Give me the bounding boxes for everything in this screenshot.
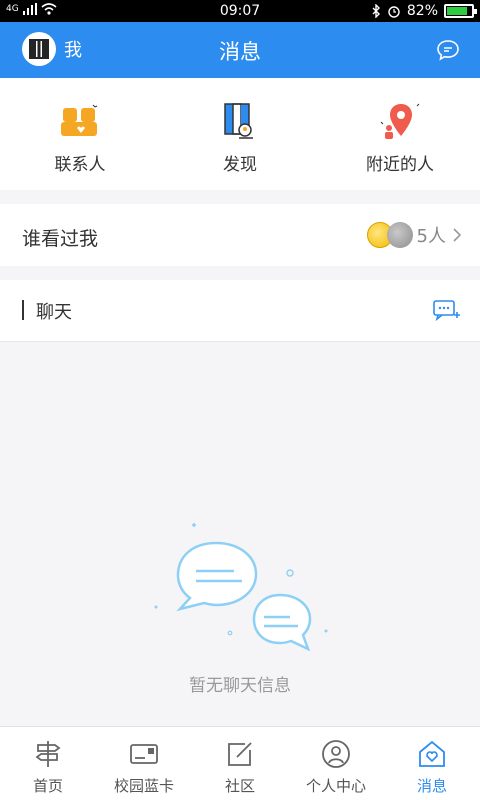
chat-section-label: 聊天 — [36, 302, 72, 323]
nearby-button[interactable]: 附近的人 — [320, 78, 480, 190]
battery-icon — [444, 4, 477, 18]
discover-label: 发现 — [223, 155, 257, 175]
bottom-tab-bar: 首页 校园蓝卡 社区 个人中心 消息 — [0, 726, 480, 800]
edit-icon — [228, 742, 252, 766]
discover-button[interactable]: 发现 — [160, 78, 320, 190]
visitors-row[interactable]: 谁看过我 5人 — [0, 204, 480, 266]
contacts-button[interactable]: 联系人 — [0, 78, 160, 190]
bluetooth-icon — [372, 4, 380, 18]
empty-chat-text: 暂无聊天信息 — [189, 676, 291, 696]
tab-messages-label: 消息 — [416, 777, 447, 795]
person-icon — [322, 740, 350, 768]
tab-profile-label: 个人中心 — [305, 777, 366, 795]
signpost-icon — [35, 741, 61, 767]
quick-actions: 联系人 发现 附近的人 — [0, 78, 480, 190]
visitors-summary: 5人 — [366, 222, 462, 248]
nearby-pin-icon — [380, 103, 420, 139]
chat-bubble-icon[interactable] — [436, 38, 460, 62]
card-icon — [130, 744, 158, 764]
tab-home-label: 首页 — [32, 777, 63, 795]
tab-campus-card[interactable]: 校园蓝卡 — [96, 727, 192, 800]
contacts-label: 联系人 — [54, 155, 106, 175]
contacts-icon — [61, 104, 98, 136]
discover-map-icon — [224, 103, 253, 139]
alarm-icon — [388, 6, 400, 18]
tab-community-label: 社区 — [224, 777, 255, 795]
new-chat-icon[interactable] — [432, 298, 460, 322]
visitor-avatar — [386, 222, 413, 248]
page-title: 消息 — [219, 40, 261, 64]
visitors-count: 5人 — [416, 226, 446, 247]
app-bar: 我 消息 — [0, 22, 480, 78]
chat-section-header: 聊天 — [0, 280, 480, 342]
visitors-label: 谁看过我 — [22, 228, 99, 250]
battery-text: 82% — [406, 3, 438, 19]
tab-community[interactable]: 社区 — [192, 727, 288, 800]
section-bar — [22, 300, 24, 320]
tab-home[interactable]: 首页 — [0, 727, 96, 800]
message-home-icon — [419, 740, 445, 767]
tab-messages[interactable]: 消息 — [384, 727, 480, 800]
empty-chat-bubbles-icon — [154, 523, 328, 652]
empty-chat-state: 暂无聊天信息 — [0, 343, 480, 726]
status-right: 82% — [371, 3, 477, 19]
battery-fill — [447, 7, 467, 15]
tab-campus-card-label: 校园蓝卡 — [113, 777, 174, 795]
chevron-right-icon — [453, 228, 462, 242]
nearby-label: 附近的人 — [366, 155, 434, 175]
status-bar: 4G 09:07 82% — [0, 0, 480, 22]
tab-profile[interactable]: 个人中心 — [288, 727, 384, 800]
